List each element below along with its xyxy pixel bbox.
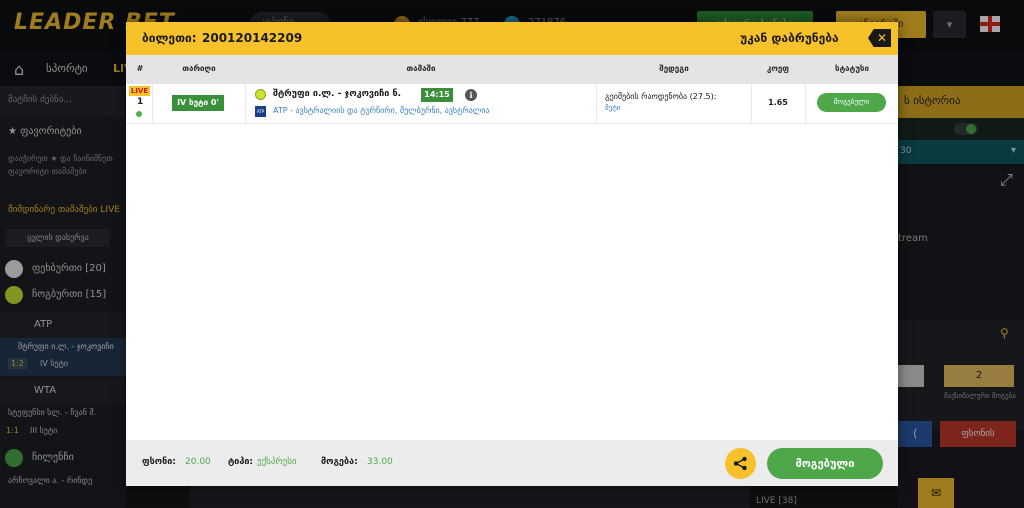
market-pick: მეტი (605, 104, 621, 112)
live-dot-icon (136, 111, 142, 117)
share-button[interactable] (725, 448, 756, 479)
cell-divider (152, 84, 153, 124)
ticket-modal: ბილეთი: 200120142209 უკან დაბრუნება ✕ # … (126, 22, 898, 486)
ticket-label: ბილეთი: (142, 31, 197, 45)
back-link[interactable]: უკან დაბრუნება (740, 31, 839, 45)
won-button[interactable]: მოგებული (767, 448, 883, 479)
type-label: ტიპი: (228, 457, 254, 467)
period-badge: IV სეტი 0' (172, 95, 224, 111)
modal-header: ბილეთი: 200120142209 უკან დაბრუნება ✕ (126, 22, 898, 55)
col-num: # (136, 64, 144, 73)
col-status: სტატუსი (835, 64, 869, 73)
live-badge: LIVE (129, 86, 150, 96)
info-icon[interactable]: i (465, 89, 477, 101)
row-number: 1 (137, 97, 144, 107)
match-league: ATP - ავსტრალიის და ტურნირი, მელბურნი, ა… (273, 106, 490, 115)
cell-divider (805, 84, 806, 124)
match-name: შტრუფი ი.ლ. - ჯოკოვიჩი ნ. (273, 89, 401, 99)
table-header: # თარიღი თამაში შედეგი კოეფ სტატუსი (126, 55, 898, 84)
tennis-ball-icon (255, 89, 266, 100)
modal-footer: ფსონი: 20.00 ტიპი: ექსპრესი მოგება: 33.0… (126, 440, 898, 486)
share-icon (733, 456, 747, 471)
col-game: თამაში (406, 64, 436, 73)
odds-value: 1.65 (768, 98, 788, 107)
match-time: 14:15 (421, 88, 453, 102)
win-value: 33.00 (367, 457, 393, 467)
ticket-id: 200120142209 (202, 31, 303, 45)
table-row: LIVE 1 IV სეტი 0' შტრუფი ი.ლ. - ჯოკოვიჩი… (126, 84, 898, 124)
type-value: ექსპრესი (257, 457, 297, 467)
atp-logo-icon: ATP (255, 106, 266, 117)
market-name: გეიმების რაოდენობა (27.5): (605, 92, 717, 101)
col-outcome: შედეგი (659, 64, 689, 73)
win-label: მოგება: (321, 457, 358, 467)
cell-divider (245, 84, 246, 124)
close-icon[interactable]: ✕ (868, 29, 891, 47)
col-odds: კოეფ (766, 64, 790, 73)
stake-label: ფსონი: (142, 457, 176, 467)
cell-divider (596, 84, 597, 124)
stake-value: 20.00 (185, 457, 211, 467)
col-date: თარიღი (182, 64, 216, 73)
status-badge: მოგებული (817, 93, 886, 112)
